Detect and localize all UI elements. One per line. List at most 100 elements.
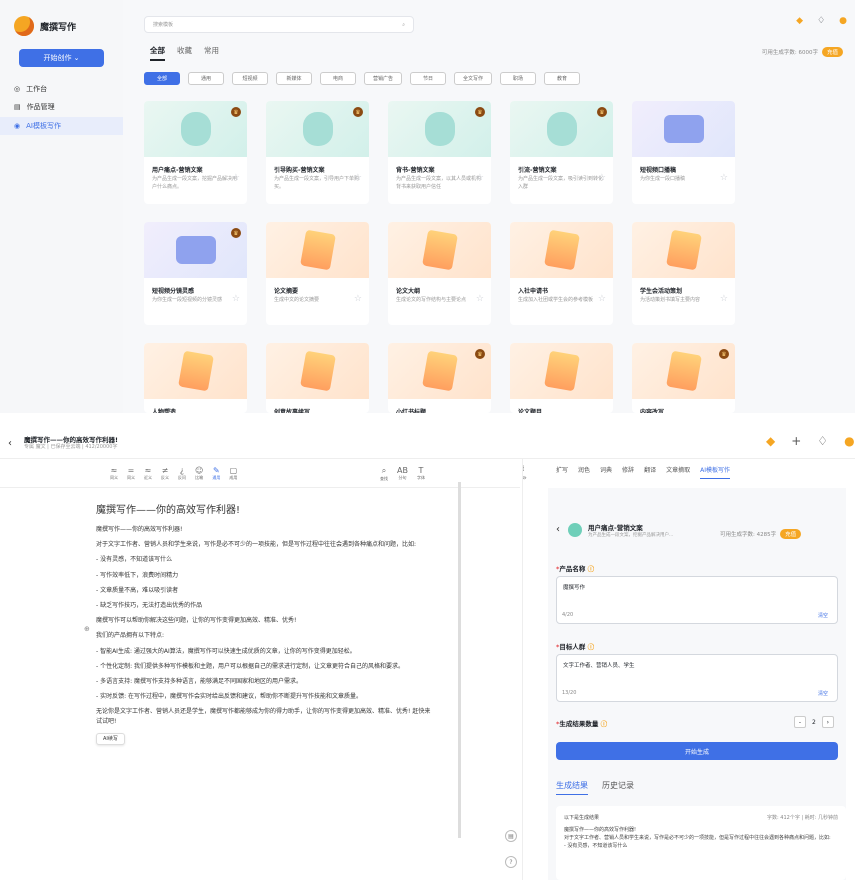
category-chip[interactable]: 短视频 — [232, 72, 268, 85]
template-card[interactable]: ♛ ☆ 引流-营销文案 为产品生成一段文案，吸引读引到转化入群 — [510, 101, 613, 204]
template-card[interactable]: ☆ 学生会活动策划 为活动策划书填写主要内容 — [632, 222, 735, 325]
category-chip[interactable]: 全部 — [144, 72, 180, 85]
create-button[interactable]: 开始创作 ⌄ — [19, 49, 104, 67]
tool-tab[interactable]: 文章摘取 — [666, 465, 690, 479]
card-illustration: ☆ — [632, 222, 735, 304]
bell-icon[interactable]: ♢ — [817, 16, 825, 26]
sidebar-item-works[interactable]: ▤ 作品管理 — [0, 98, 123, 116]
divider — [522, 459, 523, 880]
template-card[interactable]: ☆人物塑造 — [144, 343, 247, 413]
toolbar-btn[interactable]: ≈ 近义 — [144, 466, 152, 481]
tool-tab[interactable]: AI模板写作 — [700, 465, 730, 479]
category-chip[interactable]: 营销广告 — [364, 72, 403, 85]
toolbar-btn[interactable]: ¿ 反问 — [178, 466, 186, 481]
tab-all[interactable]: 全部 — [150, 45, 165, 61]
bell-icon[interactable]: ♢ — [817, 434, 828, 448]
star-icon[interactable]: ☆ — [354, 173, 362, 183]
tool-tab[interactable]: 词典 — [600, 465, 612, 479]
tab-results[interactable]: 生成结果 — [556, 780, 588, 795]
paragraph: - 文章质量不高，难以吸引读者 — [96, 586, 179, 594]
star-icon[interactable]: ☆ — [476, 294, 484, 304]
template-card[interactable]: ♛ ☆ 背书-营销文案 为产品生成一段文案，以其人员或机构背书来获取用户信任 — [388, 101, 491, 204]
category-chip[interactable]: 节日 — [410, 72, 447, 85]
star-icon[interactable]: ☆ — [720, 294, 728, 304]
template-card[interactable]: ☆ 论文大纲 生成论文的写作结构与主要论点 — [388, 222, 491, 325]
note-icon[interactable]: ▤ — [505, 830, 517, 842]
category-chip[interactable]: 教育 — [544, 72, 581, 85]
sidebar-item-label: 作品管理 — [26, 103, 55, 111]
sidebar-item-workbench[interactable]: ◎ 工作台 — [0, 80, 123, 98]
back-icon[interactable]: ‹ — [556, 524, 560, 535]
template-card[interactable]: ☆创意故事续写 — [266, 343, 369, 413]
star-icon[interactable]: ☆ — [598, 294, 606, 304]
template-card[interactable]: ♛ ☆ 用户痛点-营销文案 为产品生成一段文案，挖掘产品解决用户什么痛点。 — [144, 101, 247, 204]
template-title: 用户痛点-营销文案 — [588, 524, 643, 532]
template-card[interactable]: ♛☆内容改写 — [632, 343, 735, 413]
star-icon[interactable]: ☆ — [476, 173, 484, 183]
generate-button[interactable]: 开始生成 — [556, 742, 838, 760]
font-button[interactable]: T 字体 — [417, 466, 425, 482]
ai-continue-button[interactable]: AI续写 — [96, 732, 125, 746]
toolbar-btn[interactable]: ✎ 通用 — [212, 466, 220, 481]
editor-content[interactable]: 魔撰写作——你的高效写作利器! 魔撰写作——你的高效写作利器! 对于文字工作者、营… — [96, 496, 436, 746]
quantity-stepper[interactable]: -2 › — [794, 716, 834, 728]
split-button[interactable]: AB 分句 — [397, 466, 408, 482]
toolbar-btn[interactable]: = 同义 — [127, 466, 135, 481]
clear-button[interactable]: 清空 — [818, 612, 828, 619]
template-card[interactable]: ♛ ☆ 短视频分镜灵感 为你生成一段短视频的分镜灵感 — [144, 222, 247, 325]
card-title: 学生会活动策划 — [640, 288, 683, 295]
category-chip[interactable]: 全文写作 — [454, 72, 493, 85]
tool-tab[interactable]: 扩写 — [556, 465, 568, 479]
template-card[interactable]: ☆ 短视频口播稿 为你生成一段口播稿 — [632, 101, 735, 204]
clear-button[interactable]: 清空 — [818, 690, 828, 697]
tab-favorite[interactable]: 收藏 — [177, 45, 192, 61]
toolbar-btn[interactable]: ▢ 成用 — [229, 466, 237, 481]
toolbar-btn[interactable]: ≈ 同义 — [110, 466, 118, 481]
product-name-field[interactable]: 魔撰写作 — [556, 576, 838, 624]
scrollbar[interactable] — [458, 482, 461, 838]
plus-button[interactable]: › — [821, 716, 834, 728]
category-chip[interactable]: 新媒体 — [276, 72, 312, 85]
category-chip[interactable]: 职场 — [500, 72, 537, 85]
template-card[interactable]: ☆论文题目 — [510, 343, 613, 413]
app-logo[interactable]: 魔撰写作 — [14, 16, 76, 36]
back-icon[interactable]: ‹ — [8, 438, 12, 449]
tool-tab[interactable]: 修辞 — [622, 465, 634, 479]
recharge-button[interactable]: 充值 — [821, 47, 843, 57]
star-icon[interactable]: ☆ — [232, 294, 240, 304]
plus-icon[interactable]: + — [791, 434, 801, 448]
recharge-button[interactable]: 充值 — [780, 529, 802, 539]
target-field[interactable]: 文字工作者、营销人员、学生 — [556, 654, 838, 702]
search-icon[interactable]: ⌕ — [402, 22, 405, 28]
category-chip[interactable]: 通用 — [188, 72, 224, 85]
tab-history[interactable]: 历史记录 — [602, 780, 634, 795]
category-chip[interactable]: 电商 — [320, 72, 356, 85]
star-icon[interactable]: ☆ — [354, 294, 362, 304]
minus-button[interactable]: - — [794, 716, 806, 728]
template-card[interactable]: ♛ ☆ 引导购买-营销文案 为产品生成一段文案，引导用户下单购买。 — [266, 101, 369, 204]
vip-icon[interactable]: ◆ — [766, 434, 775, 448]
search-input[interactable]: 搜索模板 ⌕ — [144, 16, 414, 33]
header-icons: ◆ ♢ ● — [796, 16, 847, 26]
tool-tab[interactable]: 翻译 — [644, 465, 656, 479]
template-card[interactable]: ☆ 入社申请书 生成加入社团或学生会的参考模板 — [510, 222, 613, 325]
toolbar-left: ≈ 同义 = 同义 ≈ 近义 ≠ 反义 ¿ 反问 ☺ 比喻 ✎ 通用 ▢ 成用 — [110, 466, 237, 481]
toolbar-btn[interactable]: ≠ 反义 — [161, 466, 169, 481]
toolbar-btn[interactable]: ☺ 比喻 — [195, 466, 203, 481]
star-icon[interactable]: ☆ — [720, 173, 728, 183]
star-icon[interactable]: ☆ — [598, 173, 606, 183]
card-illustration: ☆ — [266, 222, 369, 304]
star-icon[interactable]: ☆ — [232, 173, 240, 183]
template-icon — [568, 523, 582, 537]
tab-common[interactable]: 常用 — [204, 45, 219, 61]
avatar[interactable]: ● — [844, 434, 854, 448]
tool-tab[interactable]: 润色 — [578, 465, 590, 479]
help-icon[interactable]: ? — [505, 856, 517, 868]
template-card[interactable]: ☆ 论文摘要 生成中文的论文摘要 — [266, 222, 369, 325]
template-card[interactable]: ♛☆小红书标题 — [388, 343, 491, 413]
find-button[interactable]: ⌕ 查找 — [380, 466, 388, 482]
sidebar-item-ai-template[interactable]: ◉ AI模板写作 — [0, 117, 123, 135]
avatar[interactable]: ● — [839, 16, 847, 26]
vip-icon[interactable]: ◆ — [796, 16, 803, 26]
add-block-icon[interactable]: ⊕ — [84, 625, 90, 633]
